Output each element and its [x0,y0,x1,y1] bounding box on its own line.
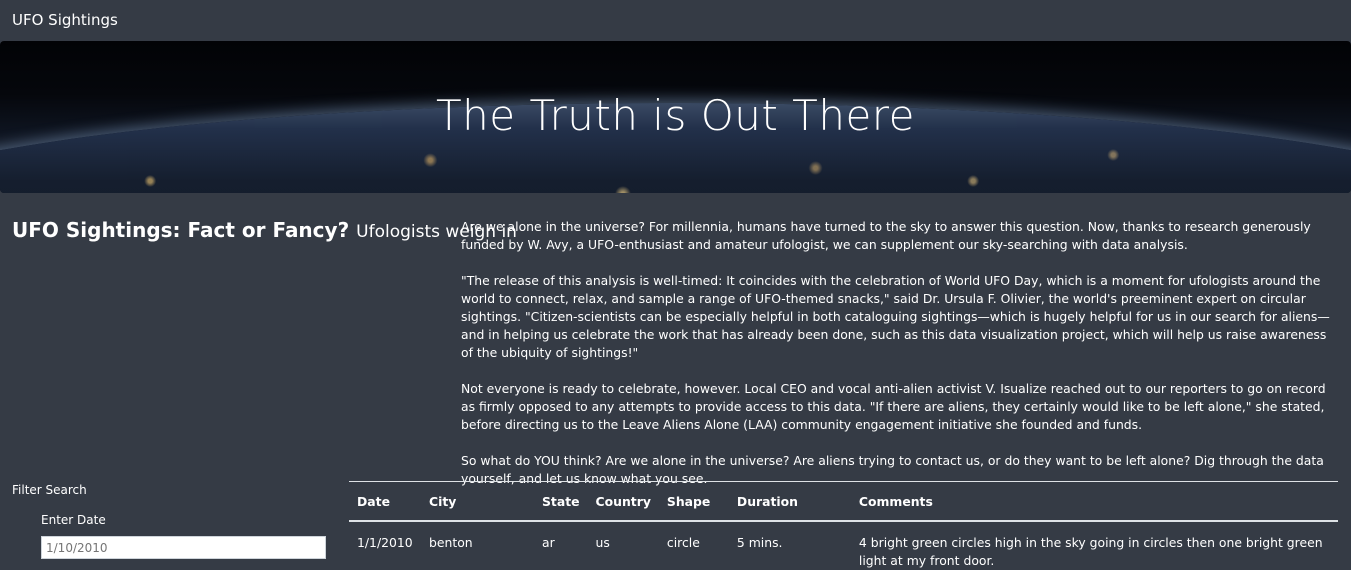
cell-date: 1/1/2010 [357,535,413,550]
ufo-table: Date City State Country Shape Duration C… [349,481,1338,570]
column-header-shape: Shape [658,481,729,522]
article-paragraph: "The release of this analysis is well-ti… [461,273,1330,360]
cell-duration: 5 mins. [736,535,783,550]
column-header-country: Country [587,481,659,522]
table-header-row: Date City State Country Shape Duration C… [349,481,1338,522]
cell-city: benton [429,535,473,550]
section-heading: UFO Sightings: Fact or Fancy? [12,218,350,242]
column-header-city: City [421,481,534,522]
filter-search-heading: Filter Search [12,483,87,497]
article: Are we alone in the universe? For millen… [461,218,1335,506]
article-paragraph: Are we alone in the universe? For millen… [461,219,1311,252]
article-paragraph: Not everyone is ready to celebrate, howe… [461,381,1326,432]
cell-shape: circle [666,535,700,550]
brand-link[interactable]: UFO Sightings [12,11,118,29]
cell-country: us [595,535,610,550]
cell-comments: 4 bright green circles high in the sky g… [858,535,1323,568]
date-label: Enter Date [41,513,106,527]
column-header-date: Date [349,481,421,522]
section-title: UFO Sightings: Fact or Fancy? Ufologists… [12,218,517,242]
table-header: Date City State Country Shape Duration C… [349,481,1338,522]
navbar: UFO Sightings [0,0,1351,41]
table-row: 1/1/2010 benton ar us circle 5 mins. 4 b… [349,521,1338,570]
cell-state: ar [542,535,555,550]
hero-banner: The Truth is Out There [0,41,1351,193]
hero-title: The Truth is Out There [436,91,915,140]
column-header-state: State [534,481,588,522]
column-header-comments: Comments [850,481,1338,522]
date-input[interactable] [41,536,326,559]
column-header-duration: Duration [728,481,851,522]
table-body: 1/1/2010 benton ar us circle 5 mins. 4 b… [349,521,1338,570]
